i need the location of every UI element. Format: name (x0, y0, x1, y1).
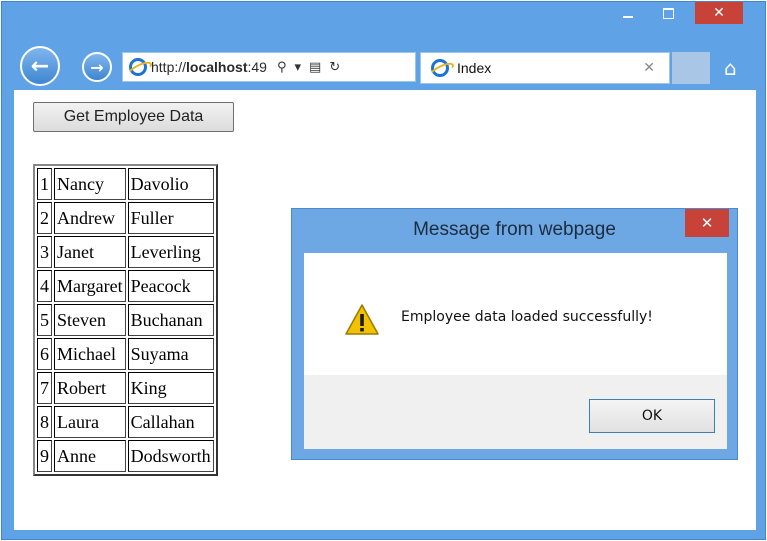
forward-button[interactable]: → (82, 52, 112, 82)
tab-index[interactable]: Index ✕ (420, 52, 670, 84)
url-text[interactable]: http://localhost:49 (151, 59, 267, 75)
first-name-cell: Laura (54, 406, 126, 438)
last-name-cell: Buchanan (127, 304, 214, 336)
table-row: 7 Robert King (37, 372, 214, 404)
navigation-bar: ← → http://localhost:49 ⚲ ▾ ▤ ↻ Index ✕ … (2, 32, 765, 90)
table-row: 4 Margaret Peacock (37, 270, 214, 302)
search-icon[interactable]: ⚲ (277, 60, 287, 75)
url-rest: :49 (247, 59, 267, 75)
first-name-cell: Nancy (54, 168, 126, 200)
refresh-icon[interactable]: ↻ (329, 60, 340, 75)
home-icon[interactable]: ⌂ (724, 56, 737, 80)
first-name-cell: Andrew (54, 202, 126, 234)
employee-id-cell: 6 (37, 338, 52, 370)
dialog-footer: OK (304, 375, 727, 449)
ok-button[interactable]: OK (589, 399, 715, 433)
dialog-title: Message from webpage (413, 219, 616, 240)
last-name-cell: Suyama (127, 338, 214, 370)
first-name-cell: Janet (54, 236, 126, 268)
dialog-body: Employee data loaded successfully! OK (304, 253, 727, 449)
title-bar: ✕ (2, 2, 765, 32)
employee-id-cell: 7 (37, 372, 52, 404)
ie-page-icon (129, 58, 147, 76)
minimize-button[interactable] (614, 2, 642, 24)
dialog-close-button[interactable]: ✕ (685, 209, 729, 237)
back-arrow-icon: ← (30, 53, 50, 79)
table-row: 5 Steven Buchanan (37, 304, 214, 336)
first-name-cell: Michael (54, 338, 126, 370)
employee-id-cell: 3 (37, 236, 52, 268)
dialog-message: Employee data loaded successfully! (401, 309, 653, 325)
back-button[interactable]: ← (20, 46, 60, 86)
employee-id-cell: 1 (37, 168, 52, 200)
employee-table: 1 Nancy Davolio 2 Andrew Fuller 3 Janet Leverlin… (33, 164, 218, 476)
first-name-cell: Steven (54, 304, 126, 336)
employee-id-cell: 9 (37, 440, 52, 472)
table-row: 8 Laura Callahan (37, 406, 214, 438)
first-name-cell: Robert (54, 372, 126, 404)
url-prefix: http:// (151, 59, 187, 75)
tab-close-icon[interactable]: ✕ (643, 60, 655, 76)
employee-id-cell: 8 (37, 406, 52, 438)
last-name-cell: Fuller (127, 202, 214, 234)
last-name-cell: Leverling (127, 236, 214, 268)
last-name-cell: Davolio (127, 168, 214, 200)
last-name-cell: King (127, 372, 214, 404)
forward-arrow-icon: → (90, 57, 104, 77)
dropdown-icon[interactable]: ▾ (295, 60, 302, 75)
address-bar[interactable]: http://localhost:49 ⚲ ▾ ▤ ↻ (122, 52, 416, 82)
warning-icon (345, 304, 379, 335)
new-tab-button[interactable] (672, 52, 710, 84)
url-host: localhost (186, 59, 248, 75)
employee-id-cell: 2 (37, 202, 52, 234)
employee-id-cell: 4 (37, 270, 52, 302)
browser-window: ✕ ← → http://localhost:49 ⚲ ▾ ▤ ↻ Index … (1, 1, 766, 540)
table-row: 9 Anne Dodsworth (37, 440, 214, 472)
employee-id-cell: 5 (37, 304, 52, 336)
first-name-cell: Anne (54, 440, 126, 472)
table-row: 2 Andrew Fuller (37, 202, 214, 234)
table-row: 3 Janet Leverling (37, 236, 214, 268)
address-bar-icons: ⚲ ▾ ▤ ↻ (277, 60, 340, 75)
table-row: 1 Nancy Davolio (37, 168, 214, 200)
window-close-button[interactable]: ✕ (695, 2, 743, 24)
first-name-cell: Margaret (54, 270, 126, 302)
message-dialog: Message from webpage ✕ Employee data loa… (291, 208, 738, 460)
last-name-cell: Dodsworth (127, 440, 214, 472)
get-employee-data-button[interactable]: Get Employee Data (33, 102, 234, 132)
last-name-cell: Peacock (127, 270, 214, 302)
last-name-cell: Callahan (127, 406, 214, 438)
ie-tab-icon (431, 59, 449, 77)
table-row: 6 Michael Suyama (37, 338, 214, 370)
tab-title: Index (457, 60, 492, 76)
maximize-button[interactable] (654, 2, 682, 24)
compatibility-view-icon[interactable]: ▤ (309, 60, 321, 75)
